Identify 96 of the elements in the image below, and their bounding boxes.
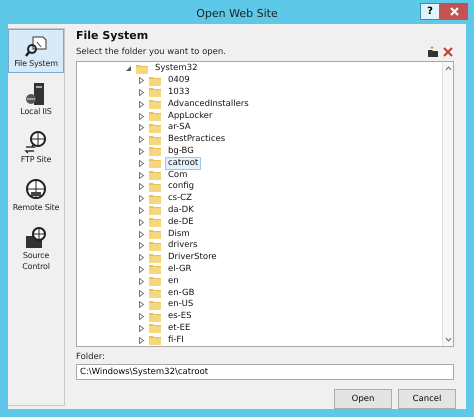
collapsed-arrow-icon[interactable] xyxy=(138,218,145,226)
instruction-text: Select the folder you want to open. xyxy=(76,47,228,57)
folder-input[interactable]: C:\Windows\System32\catroot xyxy=(76,364,454,380)
sidebar-item[interactable]: Local IIS xyxy=(8,77,64,121)
collapsed-arrow-icon[interactable] xyxy=(138,172,145,179)
tree-item[interactable]: 1033 xyxy=(165,86,193,99)
collapsed-arrow-icon[interactable] xyxy=(138,195,145,202)
folder-search-icon xyxy=(24,34,48,58)
cancel-button[interactable]: Cancel xyxy=(398,389,456,409)
window-title: Open Web Site xyxy=(196,7,278,20)
folder-icon xyxy=(149,312,161,322)
delete-icon[interactable] xyxy=(442,46,454,58)
collapsed-arrow-icon[interactable] xyxy=(138,160,145,167)
collapsed-arrow-icon[interactable] xyxy=(138,254,145,262)
collapsed-arrow-icon[interactable] xyxy=(138,230,145,238)
collapsed-arrow-icon[interactable] xyxy=(138,313,145,320)
folder-icon xyxy=(149,134,161,145)
folder-icon xyxy=(149,87,161,98)
collapsed-arrow-icon[interactable] xyxy=(138,242,145,250)
collapsed-arrow-icon[interactable] xyxy=(138,290,145,297)
collapsed-arrow-icon[interactable] xyxy=(138,266,145,273)
sidebar-item[interactable]: File System xyxy=(8,29,64,73)
folder-icon xyxy=(149,217,161,228)
tree-item[interactable]: ar-SA xyxy=(165,121,194,134)
open-button[interactable]: Open xyxy=(334,389,392,409)
folder-icon xyxy=(149,111,161,122)
tree-item[interactable]: drivers xyxy=(165,239,200,252)
close-icon xyxy=(450,7,458,16)
tree-item[interactable]: da-DK xyxy=(165,204,197,217)
tree-item[interactable]: config xyxy=(165,180,198,194)
tree-item[interactable]: Com xyxy=(165,168,190,182)
folder-label: Folder: xyxy=(76,352,106,362)
collapsed-arrow-icon[interactable] xyxy=(138,136,145,144)
tree-item[interactable]: catroot xyxy=(165,156,202,170)
close-button[interactable] xyxy=(440,3,468,20)
folder-icon xyxy=(149,122,161,133)
collapsed-arrow-icon[interactable] xyxy=(138,124,145,132)
sidebar-item[interactable]: Source Control xyxy=(8,221,64,276)
folder-icon xyxy=(136,64,148,74)
collapsed-arrow-icon[interactable] xyxy=(138,324,145,332)
section-heading: File System xyxy=(76,29,150,42)
folder-icon xyxy=(149,182,161,192)
scroll-up-icon[interactable] xyxy=(444,66,452,71)
collapsed-arrow-icon[interactable] xyxy=(138,183,145,190)
folder-icon xyxy=(149,146,161,156)
folder-icon xyxy=(149,264,161,274)
expanded-arrow-icon[interactable] xyxy=(125,65,132,72)
sidebar-item[interactable]: Remote Site xyxy=(8,173,64,217)
tree-item[interactable]: et-EE xyxy=(165,322,194,335)
tree-item[interactable]: en-GB xyxy=(165,286,198,300)
collapsed-arrow-icon[interactable] xyxy=(138,112,145,120)
collapsed-arrow-icon[interactable] xyxy=(138,88,145,96)
tree-item[interactable]: de-DE xyxy=(165,216,197,229)
tree-item[interactable]: fi-FI xyxy=(165,334,187,346)
collapsed-arrow-icon[interactable] xyxy=(138,148,145,155)
folder-globe-icon xyxy=(24,226,48,250)
folder-icon xyxy=(149,300,161,310)
folder-icon xyxy=(149,229,161,240)
tree-item[interactable]: en xyxy=(165,274,182,288)
globe-arrows-icon xyxy=(24,130,48,154)
sidebar-item[interactable]: FTP Site xyxy=(8,125,64,169)
folder-icon xyxy=(149,240,161,251)
tree-item[interactable]: es-ES xyxy=(165,310,194,324)
globe-icon xyxy=(24,178,48,202)
collapsed-arrow-icon[interactable] xyxy=(138,100,145,108)
tree-item[interactable]: 0409 xyxy=(165,74,193,88)
collapsed-arrow-icon[interactable] xyxy=(138,336,145,344)
new-folder-icon[interactable] xyxy=(427,46,439,58)
scrollbar[interactable] xyxy=(442,62,453,346)
tree-item[interactable]: el-GR xyxy=(165,262,194,276)
tree-item[interactable]: System32 xyxy=(152,62,201,76)
folder-icon xyxy=(149,76,161,86)
tree-item[interactable]: AppLocker xyxy=(165,110,216,123)
tree-item[interactable]: Dism xyxy=(165,228,193,241)
tree-item[interactable]: AdvancedInstallers xyxy=(165,98,252,111)
folder-icon xyxy=(149,158,161,168)
tree-item[interactable]: bg-BG xyxy=(165,144,197,158)
collapsed-arrow-icon[interactable] xyxy=(138,278,145,285)
folder-icon xyxy=(149,276,161,286)
folder-icon xyxy=(149,323,161,334)
collapsed-arrow-icon[interactable] xyxy=(138,77,145,84)
folder-icon xyxy=(149,194,161,204)
tree-item[interactable]: en-US xyxy=(165,298,196,312)
folder-icon xyxy=(149,335,161,346)
collapsed-arrow-icon[interactable] xyxy=(138,301,145,308)
folder-icon xyxy=(149,170,161,180)
scroll-down-icon[interactable] xyxy=(444,337,452,342)
folder-icon xyxy=(149,288,161,298)
folder-icon xyxy=(149,205,161,216)
folder-icon xyxy=(149,252,161,263)
tree-item[interactable]: cs-CZ xyxy=(165,192,195,206)
tree-item[interactable]: DriverStore xyxy=(165,251,220,264)
folder-icon xyxy=(149,99,161,110)
tree-item[interactable]: BestPractices xyxy=(165,133,228,146)
collapsed-arrow-icon[interactable] xyxy=(138,206,145,214)
help-button[interactable]: ? xyxy=(420,3,440,20)
